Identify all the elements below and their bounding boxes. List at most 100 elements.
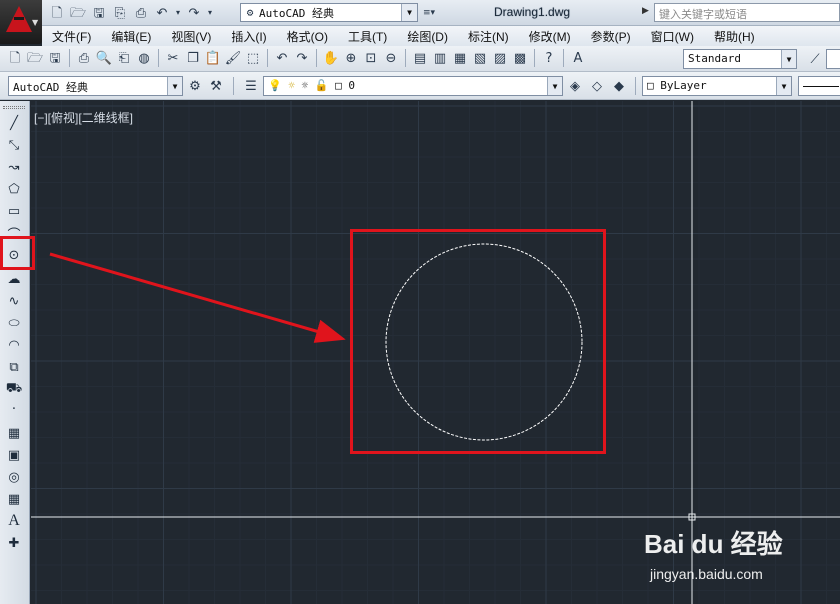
linetype-select[interactable] (798, 76, 840, 96)
gradient-icon[interactable]: ▣ (3, 445, 25, 465)
ellipse-arc-icon[interactable]: ◠ (3, 335, 25, 355)
design-center-palette-icon[interactable]: ▥ (431, 49, 449, 67)
chevron-down-icon: ▼ (547, 77, 562, 95)
dimension-style-select[interactable] (826, 49, 840, 69)
expand-search-icon[interactable]: ▶ (642, 6, 649, 16)
undo-dropdown-icon[interactable]: ▾ (174, 4, 182, 22)
workspace-select[interactable]: AutoCAD 经典 ▼ (8, 76, 183, 96)
save-icon[interactable]: 🖫 (46, 49, 64, 67)
design-center-icon[interactable]: ◍ (135, 49, 153, 67)
menu-tools[interactable]: 工具(T) (338, 28, 397, 45)
menu-draw[interactable]: 绘图(D) (397, 28, 458, 45)
search-input[interactable]: 键入关键字或短语 (654, 3, 840, 22)
menu-bar: 文件(F) 编辑(E) 视图(V) 插入(I) 格式(O) 工具(T) 绘图(D… (42, 26, 840, 46)
save-icon[interactable]: 🖫 (90, 4, 108, 22)
paste-icon[interactable]: 📋 (204, 49, 222, 67)
table-icon[interactable]: ▦ (3, 489, 25, 509)
menu-edit[interactable]: 编辑(E) (101, 28, 161, 45)
menu-help[interactable]: 帮助(H) (704, 28, 765, 45)
layer-manager-icon[interactable]: ☰ (242, 77, 260, 95)
cut-icon[interactable]: ✂ (164, 49, 182, 67)
separator (635, 77, 636, 95)
workspace-switcher[interactable]: ⚙ AutoCAD 经典 ▼ (240, 3, 418, 22)
open-file-icon[interactable]: 🗁 (69, 4, 87, 22)
autocad-logo-icon (6, 6, 32, 32)
save-as-icon[interactable]: ⎘ (111, 4, 129, 22)
help-icon[interactable]: ? (540, 49, 558, 67)
gear-icon: ⚙ (246, 6, 254, 19)
zoom-window-icon[interactable]: ⊡ (362, 49, 380, 67)
dimension-style-icon[interactable]: ⟋ (806, 50, 824, 68)
layer-color-swatch-icon: □ (335, 79, 342, 92)
plot-icon[interactable]: ⎙ (75, 49, 93, 67)
region-icon[interactable]: ◎ (3, 467, 25, 487)
separator (534, 49, 535, 67)
block-editor-icon[interactable]: ⬚ (244, 49, 262, 67)
separator (233, 77, 234, 95)
copy-icon[interactable]: ❐ (184, 49, 202, 67)
point-icon[interactable]: · (3, 399, 25, 419)
rectangle-icon[interactable]: ▭ (3, 201, 25, 221)
menu-format[interactable]: 格式(O) (277, 28, 338, 45)
layer-previous-icon[interactable]: ◇ (588, 77, 606, 95)
ellipse-icon[interactable]: ⬭ (3, 313, 25, 333)
tool-palettes-icon[interactable]: ▦ (451, 49, 469, 67)
separator (267, 49, 268, 67)
sheet-set-icon[interactable]: ▧ (471, 49, 489, 67)
construction-line-icon[interactable]: ⤡ (3, 135, 25, 155)
publish-icon[interactable]: ⎗ (115, 49, 133, 67)
markup-icon[interactable]: ▨ (491, 49, 509, 67)
undo-icon[interactable]: ↶ (153, 4, 171, 22)
application-menu-button[interactable]: ▼ (0, 0, 42, 44)
multiline-text-icon[interactable]: A (3, 511, 25, 531)
new-file-icon[interactable]: 🗋 (48, 4, 66, 22)
make-current-layer-icon[interactable]: ◈ (566, 77, 584, 95)
zoom-realtime-icon[interactable]: ⊕ (342, 49, 360, 67)
menu-window[interactable]: 窗口(W) (641, 28, 704, 45)
color-select[interactable]: □ ByLayer ▼ (642, 76, 792, 96)
qnew-icon[interactable]: 🗋 (6, 49, 24, 67)
viewport-controls[interactable]: [−][俯视][二维线框] (34, 109, 133, 126)
customize-qa-icon[interactable]: ≡▾ (420, 4, 438, 22)
text-style-icon[interactable]: A (569, 49, 587, 67)
layer-select[interactable]: 💡 ☼ ☼ 🔓 □ 0 ▼ (263, 76, 563, 96)
print-icon[interactable]: ⎙ (132, 4, 150, 22)
polygon-icon[interactable]: ⬠ (3, 179, 25, 199)
redo-dropdown-icon[interactable]: ▾ (206, 4, 214, 22)
zoom-previous-icon[interactable]: ⊖ (382, 49, 400, 67)
chevron-down-icon: ▼ (32, 18, 39, 27)
redo-icon[interactable]: ↷ (185, 4, 203, 22)
revision-cloud-icon[interactable]: ☁ (3, 269, 25, 289)
menu-parametric[interactable]: 参数(P) (581, 28, 641, 45)
draw-toolbar: ╱ ⤡ ↝ ⬠ ▭ ⌒ ⊙ ☁ ∿ ⬭ ◠ ⧉ ⛟ · ▦ ▣ ◎ ▦ A ✚ (0, 101, 30, 604)
properties-icon[interactable]: ▤ (411, 49, 429, 67)
menu-file[interactable]: 文件(F) (42, 28, 101, 45)
workspace-settings-icon[interactable]: ⚙ (186, 77, 204, 95)
calculator-icon[interactable]: ▩ (511, 49, 529, 67)
polyline-icon[interactable]: ↝ (3, 157, 25, 177)
pan-icon[interactable]: ✋ (322, 49, 340, 67)
spline-icon[interactable]: ∿ (3, 291, 25, 311)
layer-state-icon[interactable]: ◆ (610, 77, 628, 95)
make-block-icon[interactable]: ⛟ (3, 379, 25, 399)
insert-block-icon[interactable]: ⧉ (3, 357, 25, 377)
match-properties-icon[interactable]: 🖌 (224, 49, 242, 67)
hatch-icon[interactable]: ▦ (3, 423, 25, 443)
circle-highlight (350, 229, 606, 454)
layer-freeze-icon: ☼ (288, 79, 295, 92)
undo-icon[interactable]: ↶ (273, 49, 291, 67)
open-icon[interactable]: 🗁 (26, 49, 44, 67)
separator (405, 49, 406, 67)
color-value: ByLayer (660, 79, 707, 92)
menu-modify[interactable]: 修改(M) (519, 28, 581, 45)
toolbar-grip[interactable] (3, 106, 25, 109)
menu-insert[interactable]: 插入(I) (221, 28, 276, 45)
plot-preview-icon[interactable]: 🔍 (95, 49, 113, 67)
text-style-select[interactable]: Standard ▼ (683, 49, 797, 69)
line-icon[interactable]: ╱ (3, 113, 25, 133)
redo-icon[interactable]: ↷ (293, 49, 311, 67)
menu-dimension[interactable]: 标注(N) (458, 28, 519, 45)
customize-icon[interactable]: ⚒ (207, 77, 225, 95)
add-selected-icon[interactable]: ✚ (3, 533, 25, 553)
menu-view[interactable]: 视图(V) (161, 28, 221, 45)
